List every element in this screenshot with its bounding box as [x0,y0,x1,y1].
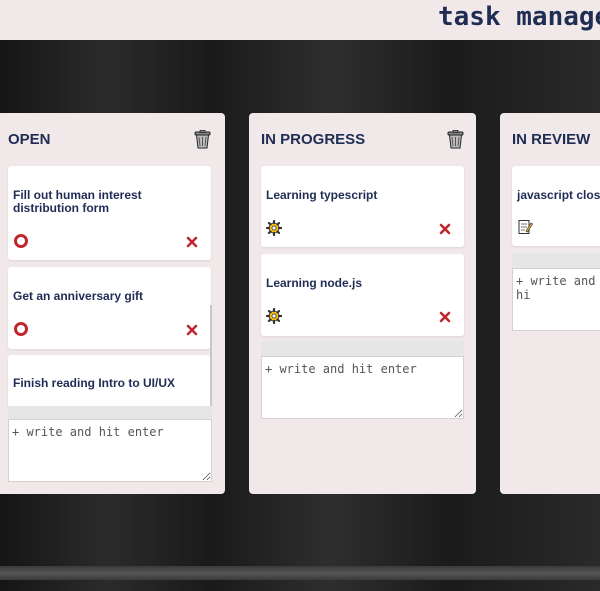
app-title: task managem [438,2,600,32]
task-card[interactable]: Fill out human interest distribution for… [8,166,211,260]
column-open: OPEN Fill out human interest distributio… [0,113,225,494]
task-title: Get an anniversary gift [13,289,144,303]
trash-icon[interactable] [194,130,211,149]
new-task-input[interactable] [261,356,464,419]
new-task-input[interactable] [8,419,212,482]
top-bar: task managem [0,0,600,40]
task-title: Learning typescript [266,188,378,202]
task-title: Finish reading Intro to UI/UX [13,376,175,390]
circle-ring-icon[interactable] [13,233,29,249]
task-card[interactable]: Learning typescript [261,166,464,247]
column-title-open: OPEN [8,131,51,148]
column-in-progress: IN PROGRESS Learning typescript Learning… [249,113,476,494]
horizontal-scrollbar[interactable] [0,566,600,580]
memo-icon[interactable] [517,219,533,235]
circle-ring-icon[interactable] [13,321,29,337]
new-task-input[interactable] [512,268,600,331]
task-card[interactable]: Finish reading Intro to UI/UX [8,355,211,410]
delete-icon[interactable] [186,324,198,336]
gear-icon[interactable] [266,220,282,236]
delete-icon[interactable] [439,311,451,323]
scrollbar[interactable] [210,305,212,417]
column-title-in-review: IN REVIEW [512,131,591,148]
task-card[interactable]: Get an anniversary gift [8,267,211,349]
task-title: javascript closu [517,188,600,202]
gear-icon[interactable] [266,308,282,324]
trash-icon[interactable] [447,130,464,149]
column-in-review: IN REVIEW javascript closu [500,113,600,494]
column-title-in-progress: IN PROGRESS [261,131,366,148]
new-task-area [512,253,600,331]
new-task-area [261,341,464,419]
delete-icon[interactable] [186,236,198,248]
task-card[interactable]: javascript closu [512,166,600,246]
new-task-area [8,406,212,482]
task-card[interactable]: Learning node.js [261,254,464,336]
task-title: Fill out human interest distribution for… [13,188,142,215]
delete-icon[interactable] [439,223,451,235]
task-title: Learning node.js [266,276,363,290]
